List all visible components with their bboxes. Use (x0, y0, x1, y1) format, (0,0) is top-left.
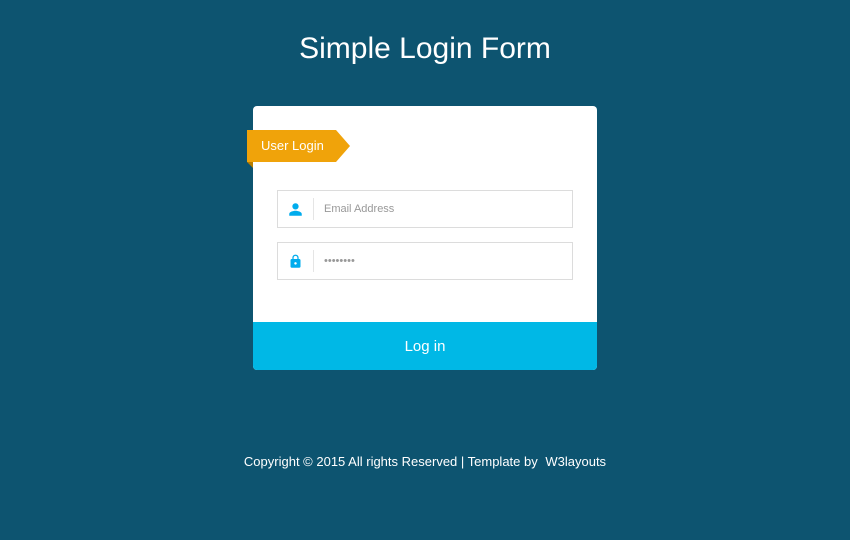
login-card: User Login Log in (253, 106, 597, 370)
email-row (277, 190, 573, 228)
password-row (277, 242, 573, 280)
ribbon-arrow (336, 130, 350, 162)
footer-link[interactable]: W3layouts (545, 454, 606, 469)
user-icon (278, 198, 314, 220)
password-field[interactable] (314, 243, 572, 279)
ribbon-label: User Login (247, 130, 336, 162)
ribbon: User Login (247, 130, 350, 162)
page-title: Simple Login Form (299, 32, 551, 66)
copyright-text: Copyright © 2015 All rights Reserved | T… (244, 454, 538, 469)
email-field[interactable] (314, 191, 572, 227)
footer: Copyright © 2015 All rights Reserved | T… (244, 454, 606, 469)
login-button[interactable]: Log in (253, 322, 597, 370)
lock-icon (278, 250, 314, 272)
